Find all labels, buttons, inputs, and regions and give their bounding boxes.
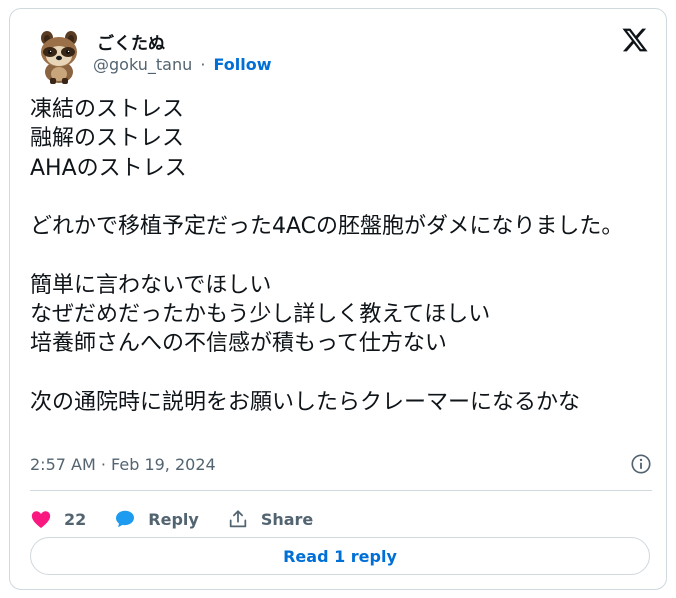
tweet-card: ごくたぬ @goku_tanu · Follow 凍結のストレス 融解のストレス… — [9, 8, 667, 590]
like-button[interactable]: 22 — [30, 508, 86, 530]
tweet-text: 凍結のストレス 融解のストレス AHAのストレス どれかで移植予定だった4ACの… — [30, 97, 624, 415]
share-button[interactable]: Share — [227, 508, 313, 530]
share-label: Share — [260, 509, 314, 529]
timestamp-link[interactable]: 2:57 AM · Feb 19, 2024 — [30, 455, 216, 474]
display-name[interactable]: ごくたぬ — [97, 29, 165, 54]
tweet-meta: 2:57 AM · Feb 19, 2024 — [30, 453, 652, 477]
tanuki-avatar-icon[interactable] — [31, 28, 87, 84]
reply-button[interactable]: Reply — [114, 508, 199, 530]
handle-row: @goku_tanu · Follow — [93, 55, 272, 74]
info-icon[interactable] — [630, 453, 652, 475]
x-logo-icon[interactable] — [621, 26, 649, 54]
divider — [30, 490, 652, 491]
follow-button[interactable]: Follow — [214, 55, 272, 74]
action-bar: 22 Reply Share — [30, 504, 341, 534]
read-replies-button[interactable]: Read 1 reply — [30, 537, 650, 575]
heart-icon — [31, 511, 51, 528]
speech-bubble-icon — [116, 510, 135, 528]
share-upload-icon — [229, 510, 247, 528]
separator: · — [200, 55, 206, 74]
like-count: 22 — [64, 509, 87, 529]
user-handle[interactable]: @goku_tanu — [93, 55, 192, 74]
reply-label: Reply — [148, 509, 199, 529]
